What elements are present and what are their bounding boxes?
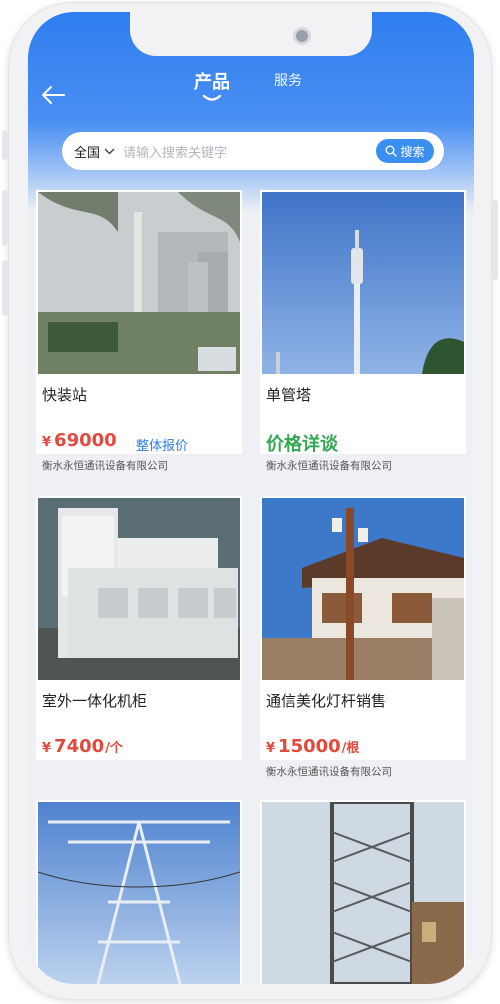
product-card[interactable]: 室外一体化机柜 ¥7400/个 [36,496,242,760]
phone-notch [130,12,372,56]
chevron-down-icon [104,148,115,154]
app-screen: 产品 服务 全国 请输入搜索关键字 搜索 快装站 ¥ 69000 整体报价 衡水… [28,12,474,984]
back-arrow-icon[interactable] [40,84,66,106]
product-image [38,192,240,374]
tab-service[interactable]: 服务 [274,70,302,90]
region-label: 全国 [74,145,101,161]
phone-side-button [2,130,8,160]
product-card[interactable]: 通信美化灯杆销售 ¥15000/根 衡水永恒通讯设备有限公司 [260,496,466,778]
price-unit: /个 [105,741,123,756]
price-unit: /根 [341,741,360,756]
phone-volume-up-button [2,190,8,246]
search-bar: 全国 请输入搜索关键字 搜索 [62,132,444,170]
product-card[interactable] [36,800,242,984]
product-price: ¥69000 [42,430,117,451]
tab-product[interactable]: 产品 [194,68,230,101]
company-name: 衡水永恒通讯设备有限公司 [266,766,392,778]
phone-volume-down-button [2,260,8,316]
product-card[interactable]: 单管塔 价格详谈 衡水永恒通讯设备有限公司 [260,190,466,472]
currency-symbol: ¥ [266,741,276,756]
product-card[interactable] [260,800,466,984]
product-card[interactable]: 快装站 ¥69000 整体报价 衡水永恒通讯设备有限公司 [36,190,242,472]
price-tag: 整体报价 [136,439,189,454]
product-price: ¥7400/个 [42,736,123,757]
product-title: 快装站 [42,386,88,404]
product-title: 单管塔 [266,386,312,404]
product-image [262,498,464,680]
price-value: 15000 [278,736,341,757]
search-icon [385,145,398,157]
search-button[interactable]: 搜索 [376,139,434,163]
product-image [38,802,240,984]
tab-active-indicator-icon [202,94,222,101]
price-value: 69000 [54,430,117,451]
tab-product-label: 产品 [194,72,230,93]
front-camera [296,30,308,42]
company-name: 衡水永恒通讯设备有限公司 [42,460,168,472]
company-name: 衡水永恒通讯设备有限公司 [266,460,392,472]
product-title: 室外一体化机柜 [42,692,148,710]
product-image [262,192,464,374]
search-button-label: 搜索 [400,144,425,159]
product-image [262,802,464,984]
price-negotiable: 价格详谈 [266,434,338,455]
search-input[interactable]: 请输入搜索关键字 [123,142,376,161]
product-title: 通信美化灯杆销售 [266,692,387,710]
phone-power-button [492,200,498,280]
product-price: ¥15000/根 [266,736,359,757]
price-value: 7400 [54,736,105,757]
tab-service-label: 服务 [274,73,302,89]
currency-symbol: ¥ [42,435,52,450]
region-selector[interactable]: 全国 [74,142,115,161]
product-image [38,498,240,680]
currency-symbol: ¥ [42,741,52,756]
